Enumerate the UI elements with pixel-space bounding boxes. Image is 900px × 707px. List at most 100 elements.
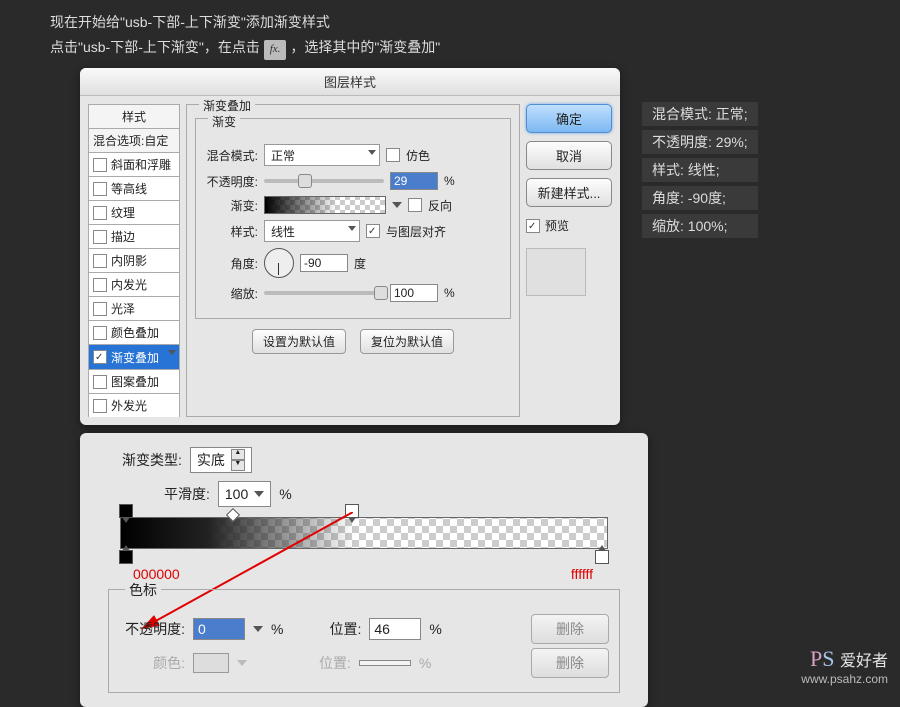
- annotations: 混合模式: 正常; 不透明度: 29%; 样式: 线性; 角度: -90度; 缩…: [642, 102, 758, 238]
- preview-checkbox[interactable]: [526, 219, 540, 233]
- blend-options-item[interactable]: 混合选项:自定: [88, 129, 180, 153]
- pct-label: %: [271, 621, 283, 637]
- style-item-label: 内发光: [111, 276, 147, 293]
- gradient-type-label: 渐变类型:: [122, 450, 182, 470]
- style-list-header: 样式: [88, 104, 180, 129]
- checkbox-icon[interactable]: [93, 375, 107, 389]
- panel-title: 渐变叠加: [199, 97, 255, 114]
- new-style-button[interactable]: 新建样式...: [526, 178, 612, 207]
- blend-mode-select[interactable]: 正常: [264, 144, 380, 166]
- smoothness-input[interactable]: 100: [218, 481, 271, 507]
- gradient-preview[interactable]: [264, 196, 386, 214]
- checkbox-icon[interactable]: [93, 399, 107, 413]
- style-item-label: 等高线: [111, 180, 147, 197]
- color-stop-right[interactable]: [595, 550, 609, 564]
- scale-input[interactable]: 100: [390, 284, 438, 302]
- opacity-slider[interactable]: [264, 179, 384, 183]
- opacity-stop-left[interactable]: [119, 504, 133, 518]
- cancel-button[interactable]: 取消: [526, 141, 612, 170]
- annot-opacity: 不透明度: 29%;: [642, 130, 758, 154]
- stepper-icon[interactable]: ▲▼: [231, 449, 245, 471]
- style-item-inner-shadow[interactable]: 内阴影: [88, 249, 180, 273]
- layer-style-dialog: 图层样式 样式 混合选项:自定 斜面和浮雕 等高线 纹理 描边 内阴影 内发光 …: [80, 68, 620, 425]
- dither-checkbox[interactable]: [386, 148, 400, 162]
- ok-button[interactable]: 确定: [526, 104, 612, 133]
- style-item-bevel[interactable]: 斜面和浮雕: [88, 153, 180, 177]
- stop-position2-label: 位置:: [319, 653, 351, 673]
- reverse-checkbox[interactable]: [408, 198, 422, 212]
- align-checkbox[interactable]: [366, 224, 380, 238]
- chevron-down-icon[interactable]: [253, 626, 263, 632]
- midpoint-diamond[interactable]: [226, 508, 240, 522]
- delete-stop-button[interactable]: 删除: [531, 614, 609, 644]
- color-hex-right: ffffff: [571, 566, 593, 582]
- dialog-buttons: 确定 取消 新建样式... 预览: [526, 104, 612, 417]
- stop-position-label: 位置:: [329, 619, 361, 639]
- intro-text: 现在开始给"usb-下部-上下渐变"添加渐变样式 点击"usb-下部-上下渐变"…: [0, 0, 900, 68]
- smoothness-label: 平滑度:: [164, 484, 210, 504]
- color-swatch[interactable]: [193, 653, 229, 673]
- annot-style: 样式: 线性;: [642, 158, 758, 182]
- style-item-label: 颜色叠加: [111, 324, 159, 341]
- pct-label: %: [444, 174, 455, 188]
- chevron-down-icon[interactable]: [254, 491, 264, 497]
- gradient-label: 渐变:: [204, 197, 258, 214]
- checkbox-icon[interactable]: [93, 182, 107, 196]
- scale-slider[interactable]: [264, 291, 384, 295]
- style-item-color-overlay[interactable]: 颜色叠加: [88, 321, 180, 345]
- color-hex-left: 000000: [133, 566, 180, 582]
- annot-blend: 混合模式: 正常;: [642, 102, 758, 126]
- style-item-inner-glow[interactable]: 内发光: [88, 273, 180, 297]
- stop-opacity-label: 不透明度:: [119, 619, 185, 639]
- checkbox-icon[interactable]: [93, 230, 107, 244]
- opacity-stop-mid[interactable]: [345, 504, 359, 518]
- inner-title: 渐变: [208, 113, 240, 130]
- style-item-label: 光泽: [111, 300, 135, 317]
- style-label: 样式:: [204, 223, 258, 240]
- style-item-stroke[interactable]: 描边: [88, 225, 180, 249]
- intro-line1: 现在开始给"usb-下部-上下渐变"添加渐变样式: [50, 10, 850, 35]
- checkbox-icon[interactable]: [93, 326, 107, 340]
- style-item-label: 内阴影: [111, 252, 147, 269]
- style-item-satin[interactable]: 光泽: [88, 297, 180, 321]
- dialog-title: 图层样式: [80, 68, 620, 96]
- style-item-gradient-overlay[interactable]: 渐变叠加: [88, 345, 180, 370]
- opacity-input[interactable]: 29: [390, 172, 438, 190]
- checkbox-icon[interactable]: [93, 158, 107, 172]
- gradient-type-select[interactable]: 实底 ▲▼: [190, 447, 252, 473]
- style-select[interactable]: 线性: [264, 220, 360, 242]
- style-item-texture[interactable]: 纹理: [88, 201, 180, 225]
- gradient-strip[interactable]: 000000 ffffff: [120, 517, 608, 549]
- checkbox-icon[interactable]: [93, 302, 107, 316]
- set-default-button[interactable]: 设置为默认值: [252, 329, 346, 354]
- gradient-editor-dialog: 渐变类型: 实底 ▲▼ 平滑度: 100 % 000000 ffffff: [80, 433, 648, 707]
- watermark-url: www.psahz.com: [801, 672, 888, 686]
- stop-color-label: 颜色:: [119, 653, 185, 673]
- chevron-down-icon[interactable]: [237, 660, 247, 666]
- chevron-down-icon[interactable]: [392, 202, 402, 208]
- stop-opacity-input[interactable]: 0: [193, 618, 245, 640]
- preview-label: 预览: [545, 217, 569, 234]
- intro-line2b: ，选择其中的"渐变叠加": [290, 39, 440, 55]
- checkbox-icon[interactable]: [93, 206, 107, 220]
- watermark-zh: 爱好者: [840, 653, 888, 670]
- checkbox-icon[interactable]: [93, 278, 107, 292]
- angle-input[interactable]: -90: [300, 254, 348, 272]
- style-item-contour[interactable]: 等高线: [88, 177, 180, 201]
- checkbox-icon[interactable]: [93, 350, 107, 364]
- annot-scale: 缩放: 100%;: [642, 214, 758, 238]
- angle-dial[interactable]: [264, 248, 294, 278]
- style-item-outer-glow[interactable]: 外发光: [88, 394, 180, 417]
- stop-position-input[interactable]: 46: [369, 618, 421, 640]
- pct-label: %: [444, 286, 455, 300]
- color-stop-left[interactable]: [119, 550, 133, 564]
- angle-unit: 度: [354, 255, 366, 272]
- style-item-label: 渐变叠加: [111, 349, 159, 366]
- style-item-label: 外发光: [111, 397, 147, 414]
- checkbox-icon[interactable]: [93, 254, 107, 268]
- reset-default-button[interactable]: 复位为默认值: [360, 329, 454, 354]
- style-item-pattern-overlay[interactable]: 图案叠加: [88, 370, 180, 394]
- scale-label: 缩放:: [204, 285, 258, 302]
- gradient-overlay-panel: 渐变叠加 渐变 混合模式: 正常 仿色 不透明度: 29 %: [186, 104, 520, 417]
- annot-angle: 角度: -90度;: [642, 186, 758, 210]
